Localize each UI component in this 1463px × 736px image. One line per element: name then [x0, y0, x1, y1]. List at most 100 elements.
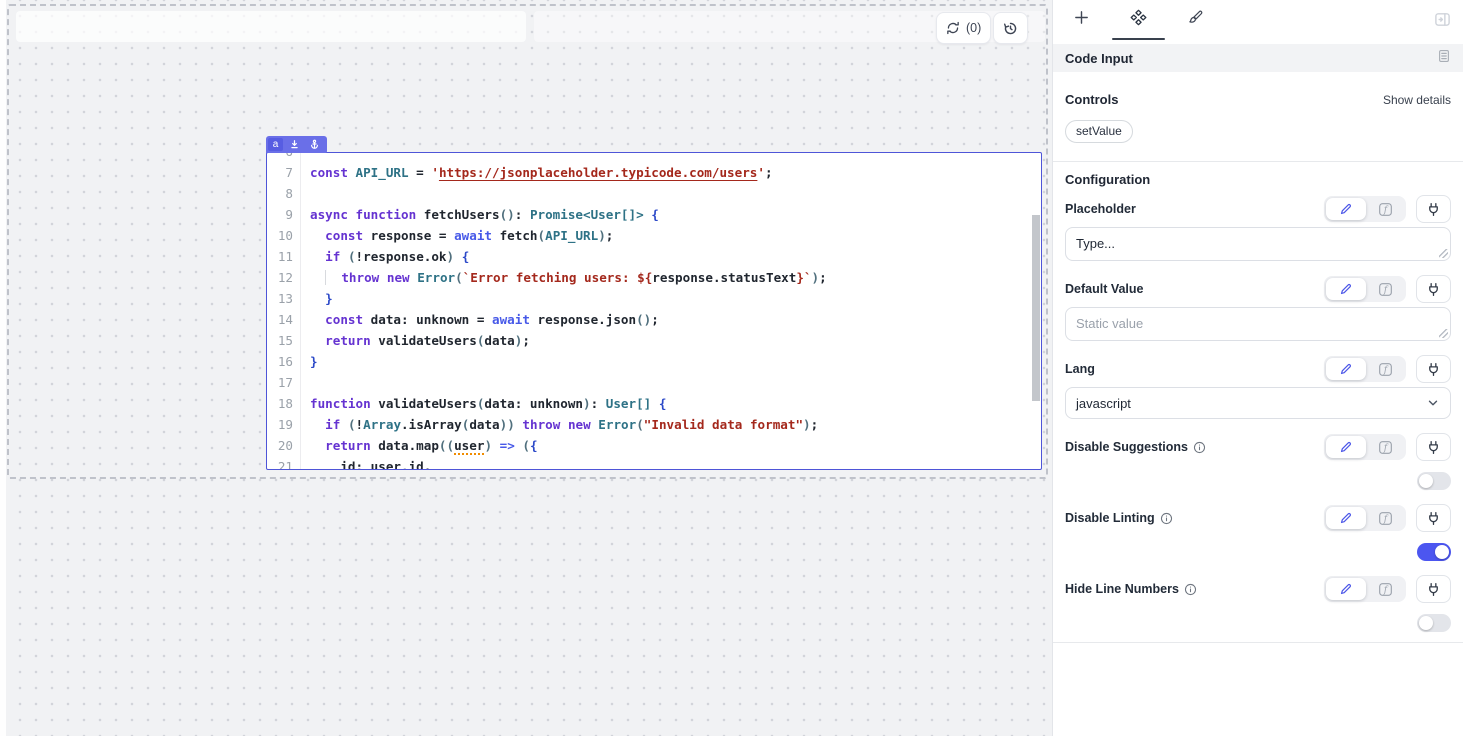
pen-mode-button[interactable] [1326, 198, 1366, 220]
property-mode-controls: f [1324, 504, 1451, 532]
pen-mode-button[interactable] [1326, 278, 1366, 300]
info-icon[interactable] [1184, 583, 1197, 596]
collapse-panel-icon[interactable] [1434, 11, 1451, 33]
pen-mode-button[interactable] [1326, 436, 1366, 458]
property-mode-controls: f [1324, 195, 1451, 223]
code-input-widget[interactable]: 67const API_URL = 'https://jsonplacehold… [266, 152, 1042, 470]
value-mode-segmented-control: f [1324, 576, 1406, 602]
history-button[interactable] [993, 12, 1028, 44]
code-line-text: function validateUsers(data: unknown): U… [301, 393, 666, 414]
plug-binding-button[interactable] [1416, 275, 1451, 303]
placeholder-textarea[interactable]: Type... [1065, 227, 1451, 261]
styles-brush-icon [1187, 9, 1204, 31]
refresh-icon [946, 21, 960, 35]
property-label: Placeholder [1065, 202, 1136, 216]
line-number: 15 [267, 330, 301, 351]
show-details-button[interactable]: Show details [1383, 93, 1451, 107]
hide-line-numbers-toggle[interactable] [1417, 614, 1451, 632]
selected-value: javascript [1076, 396, 1131, 411]
section-divider [1053, 161, 1463, 162]
disable-suggestions-toggle[interactable] [1417, 472, 1451, 490]
plug-binding-button[interactable] [1416, 355, 1451, 383]
line-number: 7 [267, 162, 301, 183]
resize-handle[interactable] [1439, 329, 1448, 338]
info-icon[interactable] [1160, 512, 1173, 525]
tab-widgets[interactable] [1110, 0, 1167, 40]
info-icon[interactable] [1193, 441, 1206, 454]
function-mode-button[interactable]: f [1366, 358, 1404, 380]
line-number: 11 [267, 246, 301, 267]
svg-text:f: f [1382, 285, 1388, 295]
line-number: 17 [267, 372, 301, 393]
value-mode-segmented-control: f [1324, 276, 1406, 302]
widget-name-label[interactable]: a [268, 138, 283, 151]
tab-styles[interactable] [1167, 0, 1224, 40]
toggle-row [1065, 472, 1451, 490]
plug-binding-button[interactable] [1416, 504, 1451, 532]
property-disable-suggestions: Disable Suggestions f [1053, 433, 1463, 490]
tab-add[interactable] [1053, 0, 1110, 40]
toggle-knob [1419, 474, 1433, 488]
app-window: (0) a [0, 0, 1463, 736]
toggle-knob [1419, 616, 1433, 630]
property-header: Disable Suggestions f [1065, 433, 1451, 461]
line-number: 20 [267, 435, 301, 456]
line-number: 18 [267, 393, 301, 414]
widget-floating-toolbar: a [266, 136, 327, 153]
line-number: 6 [267, 152, 301, 162]
code-line-16: 16} [267, 351, 1041, 372]
selected-widget-header: Code Input [1053, 44, 1463, 72]
function-mode-button[interactable]: f [1366, 436, 1404, 458]
svg-text:f: f [1382, 205, 1388, 215]
svg-text:f: f [1382, 365, 1388, 375]
code-line-text: } [301, 351, 318, 372]
code-line-text: return data.map((user) => ({ [301, 435, 538, 456]
setvalue-chip[interactable]: setValue [1065, 120, 1133, 143]
panel-tabs [1053, 0, 1463, 40]
controls-section-header: Controls Show details [1065, 92, 1451, 107]
default-value-textarea[interactable]: Static value [1065, 307, 1451, 341]
function-mode-button[interactable]: f [1366, 578, 1404, 600]
property-header: Langf [1065, 355, 1451, 383]
refresh-button[interactable]: (0) [936, 12, 991, 44]
function-mode-button[interactable]: f [1366, 198, 1404, 220]
lang-select[interactable]: javascript [1065, 387, 1451, 419]
disable-linting-toggle[interactable] [1417, 543, 1451, 561]
editor-canvas[interactable]: (0) a [0, 0, 1052, 736]
line-number: 13 [267, 288, 301, 309]
property-mode-controls: f [1324, 575, 1451, 603]
code-line-text [301, 152, 310, 162]
page-icon[interactable] [1437, 49, 1451, 68]
svg-text:f: f [1382, 514, 1388, 524]
plug-binding-button[interactable] [1416, 195, 1451, 223]
code-line-11: 11 if (!response.ok) { [267, 246, 1041, 267]
code-line-18: 18function validateUsers(data: unknown):… [267, 393, 1041, 414]
top-zone-left[interactable] [16, 11, 526, 42]
function-mode-button[interactable]: f [1366, 278, 1404, 300]
toggle-row [1065, 614, 1451, 632]
editor-scrollbar-thumb[interactable] [1032, 215, 1040, 401]
property-label: Disable Suggestions [1065, 440, 1206, 454]
pen-mode-button[interactable] [1326, 358, 1366, 380]
line-number: 16 [267, 351, 301, 372]
property-default-value: Default ValuefStatic value [1053, 275, 1463, 341]
plug-binding-button[interactable] [1416, 433, 1451, 461]
code-line-10: 10 const response = await fetch(API_URL)… [267, 225, 1041, 246]
line-number: 8 [267, 183, 301, 204]
line-number: 12 [267, 267, 301, 288]
code-line-19: 19 if (!Array.isArray(data)) throw new E… [267, 414, 1041, 435]
code-line-text: const response = await fetch(API_URL); [301, 225, 613, 246]
resize-handle[interactable] [1439, 249, 1448, 258]
drop-target-icon[interactable] [286, 138, 303, 151]
code-line-7: 7const API_URL = 'https://jsonplaceholde… [267, 162, 1041, 183]
code-editor-content: 67const API_URL = 'https://jsonplacehold… [267, 152, 1041, 470]
function-mode-button[interactable]: f [1366, 507, 1404, 529]
value-mode-segmented-control: f [1324, 356, 1406, 382]
chevron-down-icon [1426, 396, 1440, 410]
pen-mode-button[interactable] [1326, 578, 1366, 600]
pen-mode-button[interactable] [1326, 507, 1366, 529]
plug-binding-button[interactable] [1416, 575, 1451, 603]
property-lang: Langf javascript [1053, 355, 1463, 419]
controls-section-title: Controls [1065, 92, 1118, 107]
anchor-icon[interactable] [306, 138, 323, 151]
